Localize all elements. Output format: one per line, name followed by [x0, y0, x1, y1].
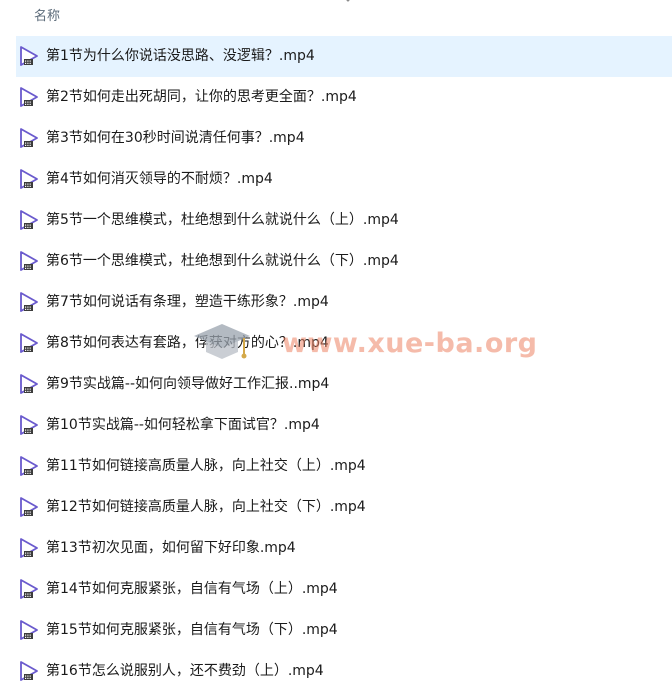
- file-name: 第3节如何在30秒时间说清任何事？.mp4: [46, 130, 305, 146]
- file-name: 第2节如何走出死胡同，让你的思考更全面？.mp4: [46, 89, 357, 105]
- file-row[interactable]: 第11节如何链接高质量人脉，向上社交（上）.mp4: [16, 446, 672, 487]
- file-name: 第1节为什么你说话没思路、没逻辑？.mp4: [46, 48, 315, 64]
- file-row[interactable]: 第1节为什么你说话没思路、没逻辑？.mp4: [16, 36, 672, 77]
- video-file-icon: [20, 87, 38, 107]
- video-file-icon: [20, 169, 38, 189]
- video-file-icon: [20, 497, 38, 517]
- file-name: 第6节一个思维模式，杜绝想到什么就说什么（下）.mp4: [46, 253, 399, 269]
- file-row[interactable]: 第9节实战篇--如何向领导做好工作汇报..mp4: [16, 364, 672, 405]
- file-row[interactable]: 第6节一个思维模式，杜绝想到什么就说什么（下）.mp4: [16, 241, 672, 282]
- file-row[interactable]: 第4节如何消灭领导的不耐烦？.mp4: [16, 159, 672, 200]
- file-name: 第9节实战篇--如何向领导做好工作汇报..mp4: [46, 376, 330, 392]
- file-name: 第4节如何消灭领导的不耐烦？.mp4: [46, 171, 273, 187]
- file-name: 第5节一个思维模式，杜绝想到什么就说什么（上）.mp4: [46, 212, 399, 228]
- file-name: 第10节实战篇--如何轻松拿下面试官？.mp4: [46, 417, 320, 433]
- file-row[interactable]: 第3节如何在30秒时间说清任何事？.mp4: [16, 118, 672, 159]
- video-file-icon: [20, 128, 38, 148]
- file-row[interactable]: 第8节如何表达有套路，俘获对方的心？.mp4: [16, 323, 672, 364]
- file-row[interactable]: 第2节如何走出死胡同，让你的思考更全面？.mp4: [16, 77, 672, 118]
- sort-caret-icon[interactable]: [343, 0, 353, 4]
- file-name: 第12节如何链接高质量人脉，向上社交（下）.mp4: [46, 499, 366, 515]
- file-name: 第15节如何克服紧张，自信有气场（下）.mp4: [46, 622, 338, 638]
- file-name: 第16节怎么说服别人，还不费劲（上）.mp4: [46, 663, 324, 679]
- name-column-header[interactable]: 名称: [34, 5, 60, 24]
- video-file-icon: [20, 251, 38, 271]
- video-file-icon: [20, 46, 38, 66]
- file-row[interactable]: 第12节如何链接高质量人脉，向上社交（下）.mp4: [16, 487, 672, 528]
- file-list: 第1节为什么你说话没思路、没逻辑？.mp4 第2节如何走出死胡同，让你的思考更全…: [0, 36, 672, 692]
- file-row[interactable]: 第16节怎么说服别人，还不费劲（上）.mp4: [16, 651, 672, 692]
- file-name: 第14节如何克服紧张，自信有气场（上）.mp4: [46, 581, 338, 597]
- file-row[interactable]: 第7节如何说话有条理，塑造干练形象？.mp4: [16, 282, 672, 323]
- video-file-icon: [20, 415, 38, 435]
- column-header: 名称: [0, 0, 672, 32]
- file-row[interactable]: 第5节一个思维模式，杜绝想到什么就说什么（上）.mp4: [16, 200, 672, 241]
- file-row[interactable]: 第15节如何克服紧张，自信有气场（下）.mp4: [16, 610, 672, 651]
- file-name: 第8节如何表达有套路，俘获对方的心？.mp4: [46, 335, 329, 351]
- file-row[interactable]: 第13节初次见面，如何留下好印象.mp4: [16, 528, 672, 569]
- file-name: 第13节初次见面，如何留下好印象.mp4: [46, 540, 296, 556]
- file-row[interactable]: 第14节如何克服紧张，自信有气场（上）.mp4: [16, 569, 672, 610]
- video-file-icon: [20, 579, 38, 599]
- video-file-icon: [20, 620, 38, 640]
- video-file-icon: [20, 210, 38, 230]
- video-file-icon: [20, 538, 38, 558]
- file-name: 第11节如何链接高质量人脉，向上社交（上）.mp4: [46, 458, 366, 474]
- file-name: 第7节如何说话有条理，塑造干练形象？.mp4: [46, 294, 329, 310]
- video-file-icon: [20, 456, 38, 476]
- video-file-icon: [20, 661, 38, 681]
- video-file-icon: [20, 292, 38, 312]
- video-file-icon: [20, 374, 38, 394]
- file-row[interactable]: 第10节实战篇--如何轻松拿下面试官？.mp4: [16, 405, 672, 446]
- video-file-icon: [20, 333, 38, 353]
